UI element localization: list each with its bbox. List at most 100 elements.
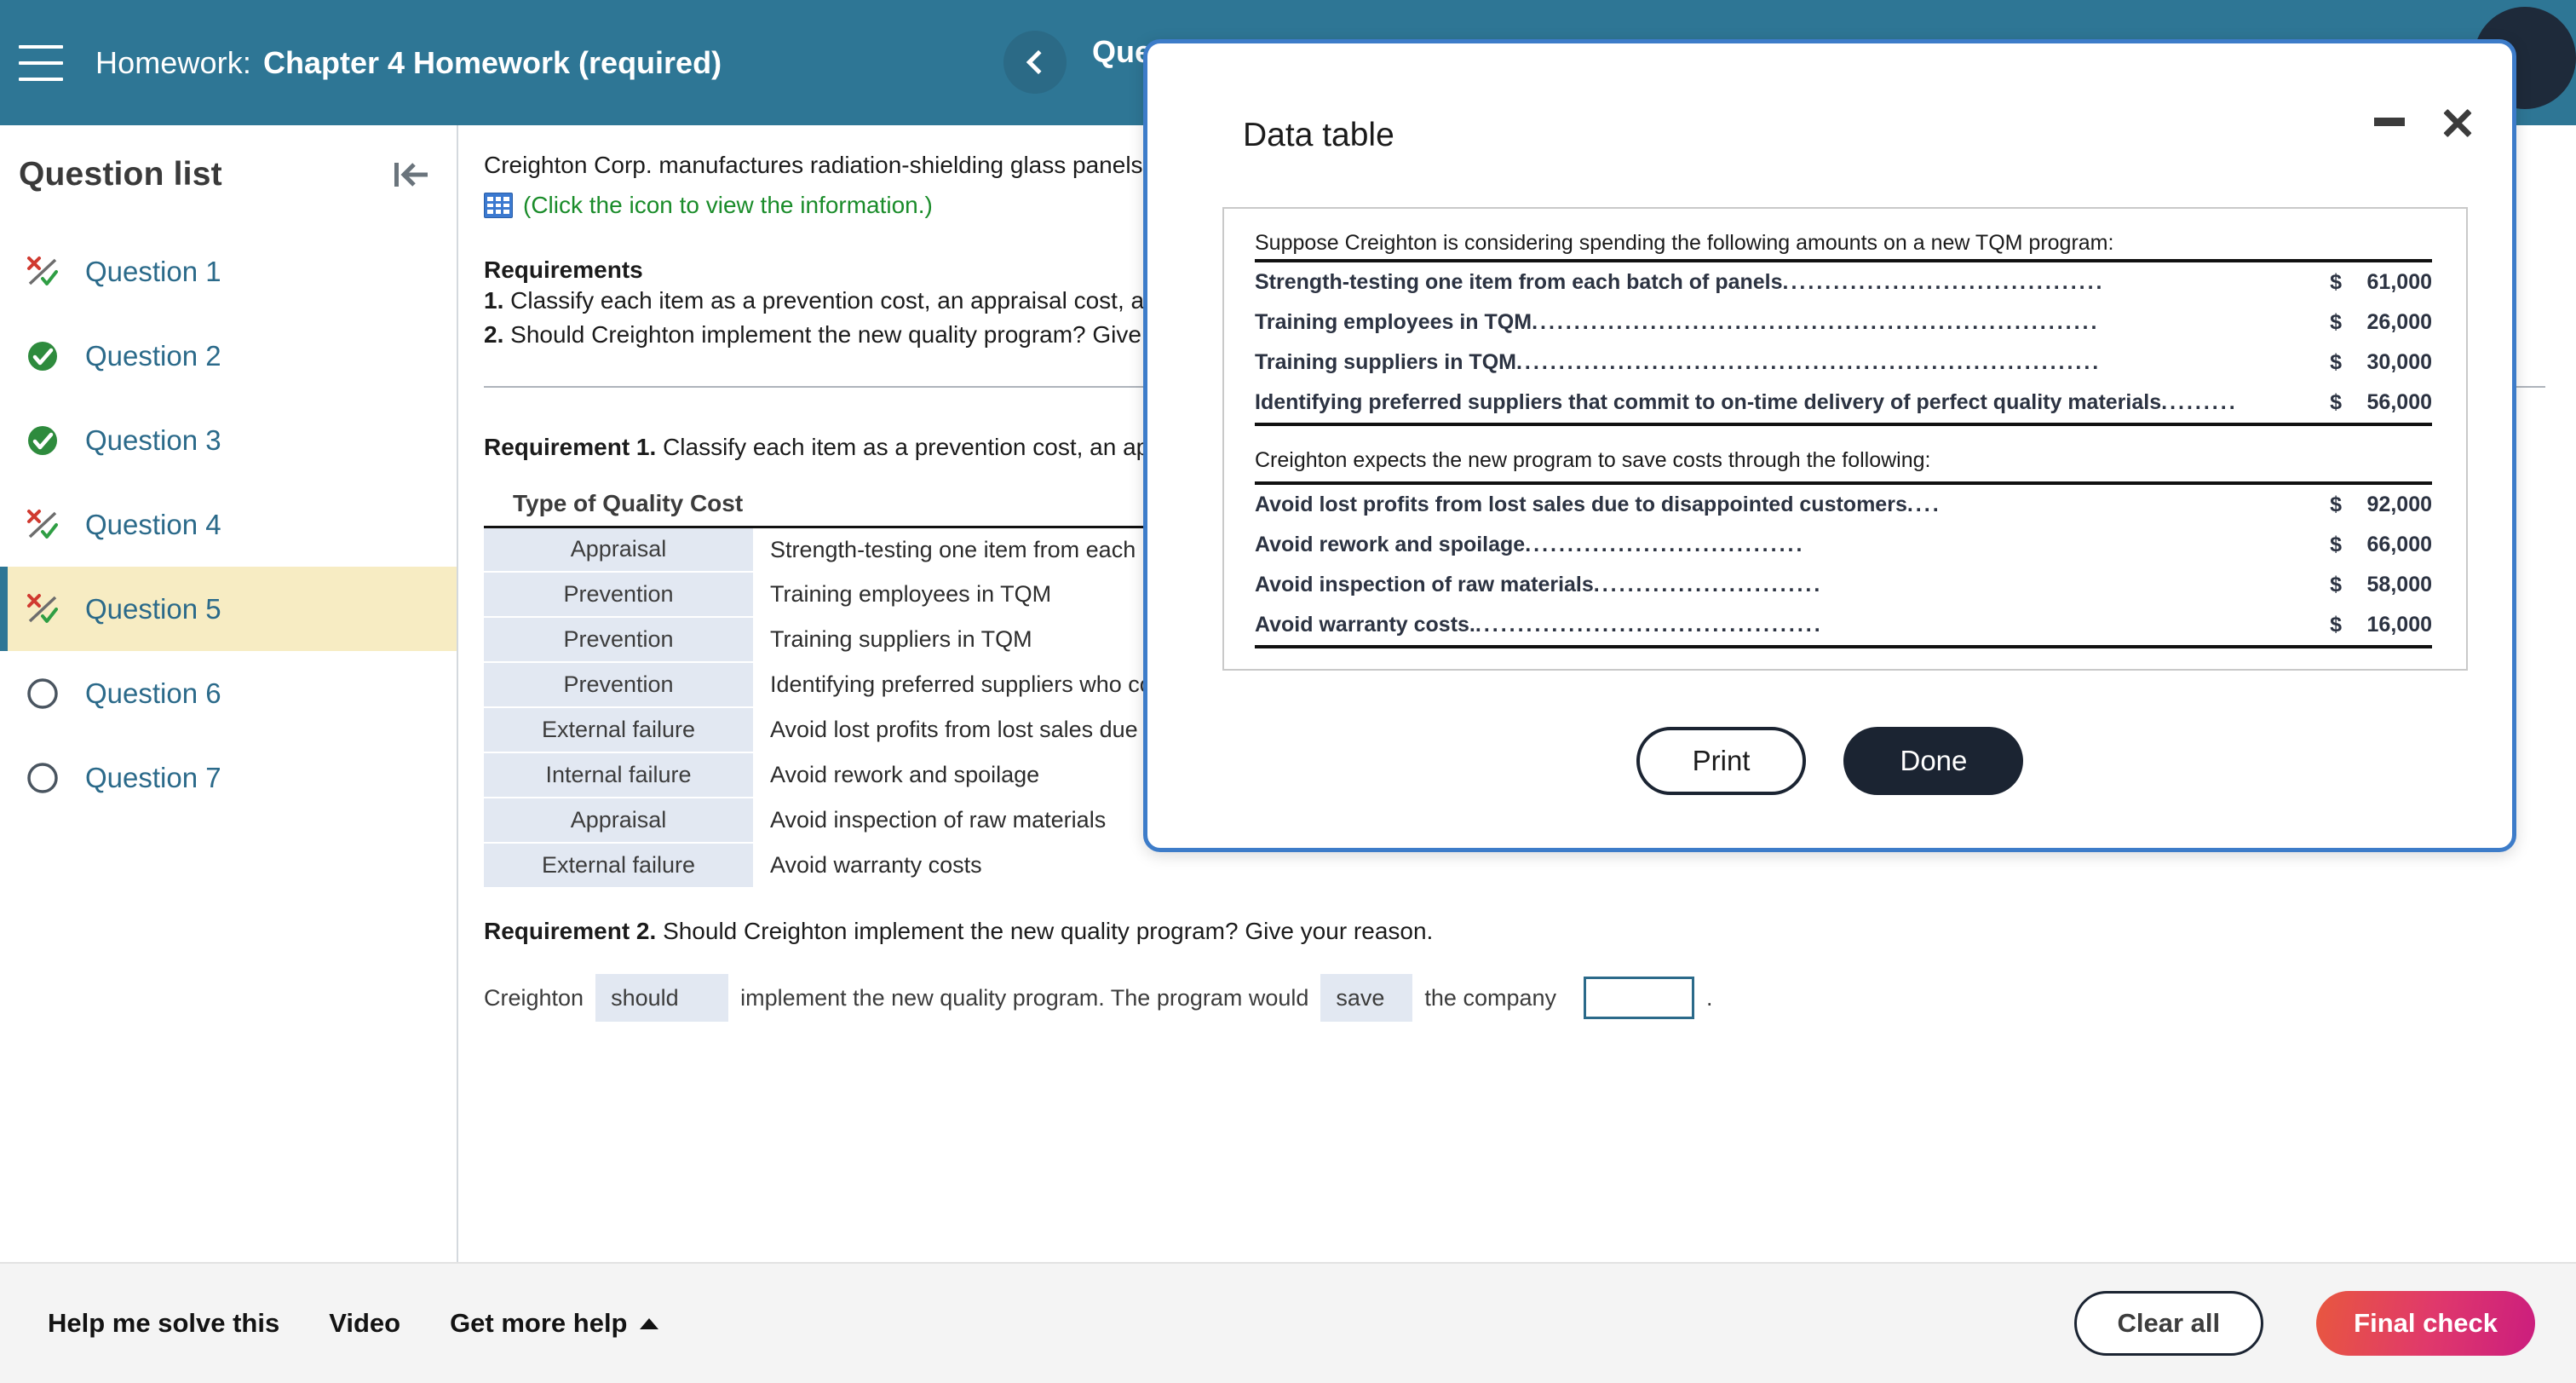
bottom-toolbar-actions: Clear all Final check bbox=[2073, 1291, 2535, 1356]
should-dropdown[interactable]: should bbox=[595, 974, 729, 1022]
modal-action-bar: Print Done bbox=[1147, 727, 2512, 795]
minimize-icon[interactable] bbox=[2374, 118, 2405, 126]
quality-cost-type-dropdown[interactable]: Appraisal bbox=[484, 798, 753, 844]
question-list: Question 1 Question 2 Question 3 Questio… bbox=[0, 229, 457, 820]
table-row: Avoid inspection of raw materials.......… bbox=[1255, 565, 2432, 605]
cost-item-currency: $ bbox=[2330, 350, 2342, 374]
cost-item-label: Training employees in TQM...............… bbox=[1255, 303, 2311, 343]
leader-dots: ........................................… bbox=[1515, 350, 2102, 374]
data-table-grid-icon[interactable] bbox=[484, 193, 513, 218]
amount-input[interactable] bbox=[1584, 977, 1694, 1019]
quality-cost-desc: Avoid warranty costs bbox=[770, 852, 982, 878]
answer-period: . bbox=[1706, 984, 1713, 1011]
view-information-link[interactable]: (Click the icon to view the information.… bbox=[523, 192, 933, 219]
quality-cost-type-dropdown[interactable]: External failure bbox=[484, 843, 753, 889]
partial-credit-icon bbox=[24, 591, 61, 628]
quality-cost-table: Type of Quality Cost Appraisal Strength-… bbox=[484, 484, 1191, 889]
sidebar-item-question-3[interactable]: Question 3 bbox=[0, 398, 457, 482]
cost-items-table: Strength-testing one item from each batc… bbox=[1255, 259, 2432, 426]
table-row: Avoid warranty costs....................… bbox=[1255, 605, 2432, 648]
savings-item-currency: $ bbox=[2311, 481, 2342, 525]
savings-item-label: Avoid warranty costs....................… bbox=[1255, 605, 2311, 648]
quality-cost-type-dropdown[interactable]: Prevention bbox=[484, 617, 753, 663]
cost-item-label: Training suppliers in TQM...............… bbox=[1255, 343, 2311, 383]
leader-dots: ......... bbox=[2161, 390, 2238, 414]
quality-cost-type-dropdown[interactable]: Prevention bbox=[484, 662, 753, 708]
savings-item-text: Avoid inspection of raw materials bbox=[1255, 573, 1594, 596]
done-button[interactable]: Done bbox=[1843, 727, 2024, 795]
get-more-help-button[interactable]: Get more help bbox=[450, 1308, 658, 1339]
leader-dots: .... bbox=[1906, 493, 1941, 516]
savings-item-amount: 66,000 bbox=[2366, 533, 2432, 556]
correct-check-icon bbox=[24, 422, 61, 459]
savings-item-currency: $ bbox=[2330, 573, 2342, 596]
savings-intro: Creighton expects the new program to sav… bbox=[1255, 448, 1931, 472]
table-row: Avoid lost profits from lost sales due t… bbox=[1255, 481, 2432, 525]
cost-item-currency: $ bbox=[2311, 259, 2342, 303]
leader-dots: ...................................... bbox=[1782, 270, 2105, 294]
cost-item-text: Identifying preferred suppliers that com… bbox=[1255, 390, 2162, 414]
quality-cost-type-dropdown[interactable]: External failure bbox=[484, 707, 753, 753]
requirement-1-text: Classify each item as a prevention cost,… bbox=[510, 287, 1189, 314]
sidebar-item-question-7[interactable]: Question 7 bbox=[0, 735, 457, 820]
help-me-solve-this-button[interactable]: Help me solve this bbox=[48, 1308, 279, 1339]
requirement-2-instruction: Should Creighton implement the new quali… bbox=[663, 918, 1434, 944]
sidebar-item-question-6[interactable]: Question 6 bbox=[0, 651, 457, 735]
collapse-panel-icon[interactable] bbox=[392, 158, 431, 192]
requirement-2-number: 2. bbox=[484, 320, 504, 348]
homework-prefix: Homework: bbox=[95, 44, 251, 80]
leader-dots: ........................................… bbox=[1475, 613, 1823, 637]
requirement-2-title: Requirement 2. Should Creighton implemen… bbox=[484, 918, 2542, 945]
savings-items-table: Avoid lost profits from lost sales due t… bbox=[1255, 481, 2432, 648]
final-check-button[interactable]: Final check bbox=[2316, 1291, 2535, 1356]
quality-cost-type-dropdown[interactable]: Prevention bbox=[484, 572, 753, 618]
savings-item-text: Avoid lost profits from lost sales due t… bbox=[1255, 493, 1907, 516]
table-row: External failure Avoid lost profits from… bbox=[484, 707, 1191, 753]
sidebar-item-label: Question 6 bbox=[85, 677, 221, 709]
sidebar-item-label: Question 7 bbox=[85, 761, 221, 793]
sidebar-item-question-5[interactable]: Question 5 bbox=[0, 567, 457, 651]
requirement-1-instruction: Classify each item as a prevention cost,… bbox=[663, 433, 1189, 460]
table-row: Prevention Training employees in TQM bbox=[484, 572, 1191, 618]
savings-item-label: Avoid lost profits from lost sales due t… bbox=[1255, 481, 2311, 525]
quality-cost-desc: Training suppliers in TQM bbox=[770, 626, 1032, 652]
cost-item-text: Training suppliers in TQM bbox=[1255, 350, 1516, 374]
data-table-modal: Data table Suppose Creighton is consider… bbox=[1143, 39, 2516, 852]
quality-cost-desc: Identifying preferred suppliers who comm bbox=[770, 671, 1191, 697]
question-list-sidebar: Question list Question 1 Question 2 Ques… bbox=[0, 125, 458, 1262]
cost-item-currency: $ bbox=[2330, 310, 2342, 334]
sidebar-item-question-1[interactable]: Question 1 bbox=[0, 229, 457, 314]
table-row: Identifying preferred suppliers that com… bbox=[1255, 383, 2432, 426]
unanswered-circle-icon bbox=[24, 759, 61, 797]
cost-item-amount: 56,000 bbox=[2342, 383, 2432, 426]
table-row: External failure Avoid warranty costs bbox=[484, 843, 1191, 889]
save-dropdown[interactable]: save bbox=[1320, 974, 1413, 1022]
quality-cost-desc: Avoid rework and spoilage bbox=[770, 762, 1040, 787]
hamburger-icon[interactable] bbox=[19, 44, 63, 81]
page-title: Question list bbox=[19, 156, 222, 193]
requirement-2-text: Should Creighton implement the new quali… bbox=[510, 320, 1195, 348]
video-button[interactable]: Video bbox=[329, 1308, 400, 1339]
print-button[interactable]: Print bbox=[1636, 727, 1807, 795]
quality-cost-type-dropdown[interactable]: Internal failure bbox=[484, 752, 753, 798]
sidebar-item-question-4[interactable]: Question 4 bbox=[0, 482, 457, 567]
table-header-row: Type of Quality Cost bbox=[484, 484, 1191, 528]
requirement-2-answer-row: Creighton should implement the new quali… bbox=[484, 974, 2542, 1022]
quality-cost-desc: Avoid inspection of raw materials bbox=[770, 807, 1107, 833]
cost-item-text: Training employees in TQM bbox=[1255, 310, 1532, 334]
clear-all-button[interactable]: Clear all bbox=[2073, 1291, 2264, 1356]
correct-check-icon bbox=[24, 337, 61, 375]
cost-item-text: Strength-testing one item from each batc… bbox=[1255, 270, 1783, 294]
quality-cost-desc: Training employees in TQM bbox=[770, 581, 1052, 607]
cost-item-label: Strength-testing one item from each batc… bbox=[1255, 259, 2311, 303]
previous-question-button[interactable] bbox=[1003, 31, 1067, 94]
data-table-intro: Suppose Creighton is considering spendin… bbox=[1255, 231, 2114, 255]
savings-item-text: Avoid rework and spoilage bbox=[1255, 533, 1526, 556]
sidebar-item-question-2[interactable]: Question 2 bbox=[0, 314, 457, 398]
caret-up-icon bbox=[639, 1317, 658, 1329]
close-icon[interactable] bbox=[2441, 105, 2475, 139]
answer-lead-text: Creighton bbox=[484, 984, 584, 1011]
quality-cost-type-dropdown[interactable]: Appraisal bbox=[484, 527, 753, 573]
column-header-type: Type of Quality Cost bbox=[484, 484, 753, 528]
cost-item-label: Identifying preferred suppliers that com… bbox=[1255, 383, 2311, 426]
